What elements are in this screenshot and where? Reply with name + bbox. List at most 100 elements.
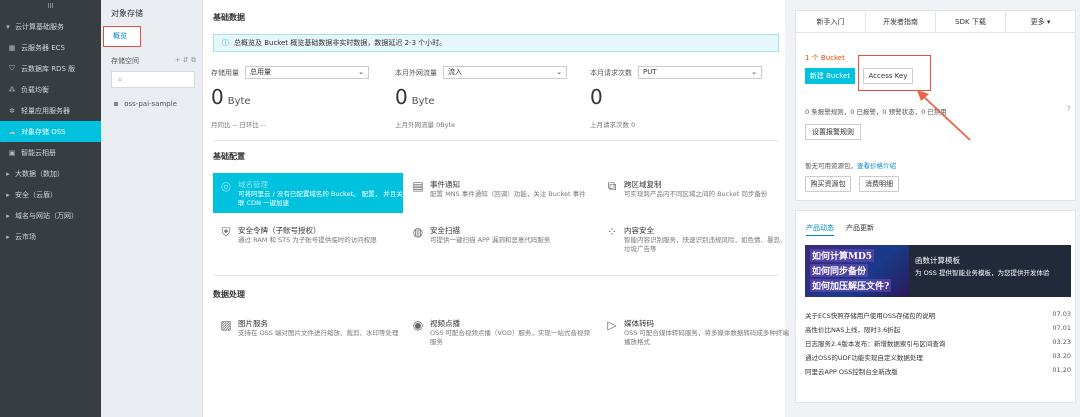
feature-card[interactable]: ⛨ 安全令牌（子账号授权） 通过 RAM 和 STS 为子账号提供临时的访问权限: [213, 219, 403, 259]
stat-value: 0: [211, 85, 224, 109]
sidebar-item-label: 大数据（数加）: [15, 169, 64, 178]
stat-select-value: PUT: [643, 68, 657, 76]
stat-footer: 月同比 -- 日环比 --: [211, 121, 266, 129]
scan-icon: ◍: [412, 225, 424, 239]
stat-footer: 上月请求次数 0: [590, 121, 636, 129]
banner-image: 如何计算MD5 如何同步备份 如何加压解压文件?: [805, 245, 909, 297]
bucket-bullet-icon: [114, 102, 118, 106]
card-title: 内容安全: [624, 226, 654, 235]
sidebar-collapse-toggle[interactable]: III: [0, 0, 101, 16]
news-item[interactable]: 通过OSS的UDF功能实现自定义数据处理 03.20: [805, 352, 1071, 362]
caret-down-icon: ▾: [6, 22, 10, 31]
stat-select[interactable]: 总用量 ⌄: [245, 66, 369, 79]
sidebar-item[interactable]: ⛉ 云数据库 RDS 版: [0, 58, 101, 79]
overview-link[interactable]: 概览: [103, 26, 141, 47]
image-icon: ▨: [220, 318, 232, 332]
stat-block: 存储用量 总用量 ⌄ 0 Byte 月同比 -- 日环比 --: [211, 66, 391, 129]
feature-card[interactable]: ⧉ 跨区域复制 可实现跨产品内不同区域之间的 Bucket 同步备份: [599, 173, 789, 213]
feature-card[interactable]: ▷ 媒体转码 OSS 可配合媒体转码服务，将多媒体数据转码成多种终端播放格式: [599, 312, 789, 352]
caret-right-icon: ▸: [6, 169, 10, 178]
feature-card[interactable]: ◎ 域名管理 可将阿里云 / 没有已配置域名的 Bucket。 配置， 并且关联…: [213, 173, 403, 213]
card-title: 图片服务: [238, 319, 268, 328]
sidebar-item[interactable]: ▸ 域名与网站（万网）: [0, 205, 101, 226]
stat-footer: 上月外网流量 0Byte: [395, 121, 456, 129]
right-panel: 新手入门 开发者指南 SDK 下载 更多 ▾ 1 个 Bucket 新建 Buc…: [795, 0, 1080, 417]
sidebar-item[interactable]: ▸ 大数据（数加）: [0, 163, 101, 184]
bucket-search-input[interactable]: ⌕: [111, 71, 195, 88]
doc-icon: ▤: [412, 179, 424, 193]
card-title: 媒体转码: [624, 319, 654, 328]
chevron-down-icon: ⌄: [751, 68, 757, 76]
bucket-list-item[interactable]: oss-pai-sample: [114, 100, 177, 108]
card-desc: 可实现跨产品内不同区域之间的 Bucket 同步备份: [624, 190, 768, 198]
banner-desc: 为 OSS 提供智能业务模板，为您提供开发体验: [915, 269, 1050, 277]
banner-line: 如何加压解压文件?: [810, 279, 892, 292]
cloud-icon: ☁: [8, 127, 16, 136]
info-banner: ⓘ 总概览及 Bucket 概览基础数据非实时数据，数据延迟 2-3 个小时。: [213, 34, 779, 52]
stat-label: 本月请求次数: [590, 68, 632, 77]
divider: [213, 275, 779, 276]
banner-line: 如何同步备份: [810, 264, 869, 277]
stat-label: 本月外网流量: [395, 68, 437, 77]
network-icon: ⁘: [606, 225, 618, 239]
stat-label: 存储用量: [211, 68, 239, 77]
video-icon: ◉: [412, 318, 424, 332]
sidebar-item-label: 云市场: [15, 232, 36, 241]
feature-card[interactable]: ◍ 安全扫描 可提供一键扫描 APP 漏洞和恶意代码服务: [405, 219, 595, 259]
news-banner[interactable]: 如何计算MD5 如何同步备份 如何加压解压文件? 函数计算模板 为 OSS 提供…: [805, 245, 1071, 297]
sidebar-item-label: 对象存储 OSS: [21, 127, 66, 136]
tab-product-news[interactable]: 产品动态: [806, 223, 834, 236]
feature-card[interactable]: ▨ 图片服务 支持在 OSS 端对图片文件进行缩放、裁剪、水印等处理: [213, 312, 403, 352]
sidebar-item[interactable]: ▣ 智能云相册: [0, 142, 101, 163]
nodes-icon: ⁂: [8, 85, 16, 94]
news-item[interactable]: 关于ECS快照存储用户使用OSS存储包的说明 07.03: [805, 310, 1071, 320]
caret-right-icon: ▸: [6, 190, 10, 199]
main-sidebar: III ▾ 云计算基础服务 ▦ 云服务器 ECS ⛉ 云数据库 RDS 版 ⁂ 负载均衡 ✲ 轻量…: [0, 0, 101, 417]
sidebar-item[interactable]: ☁ 对象存储 OSS: [0, 121, 101, 142]
bucket-name: oss-pai-sample: [124, 100, 177, 108]
card-desc: 支持在 OSS 端对图片文件进行缩放、裁剪、水印等处理: [238, 329, 399, 337]
sidebar-item-label: 智能云相册: [21, 148, 56, 157]
stat-select[interactable]: PUT ⌄: [638, 66, 762, 79]
stat-value-line: 0 Byte: [395, 86, 575, 113]
card-title: 域名管理: [238, 180, 268, 189]
stat-block: 本月请求次数 PUT ⌄ 0 上月请求次数 0: [590, 66, 770, 129]
tab-product-update[interactable]: 产品更新: [846, 223, 874, 236]
sidebar-item[interactable]: ▦ 云服务器 ECS: [0, 37, 101, 58]
card-title: 视频点播: [430, 319, 460, 328]
subpanel-title: 对象存储: [111, 9, 143, 18]
feature-card[interactable]: ▤ 事件通知 配置 MNS 事件通知（回调）功能，关注 Bucket 事件: [405, 173, 595, 213]
card-title: 事件通知: [430, 180, 460, 189]
news-item[interactable]: 日志服务2.4版本发布：新增数据索引与区间查询 03.23: [805, 338, 1071, 348]
news-date: 07.01: [1052, 324, 1071, 332]
news-date: 01.20: [1052, 366, 1071, 374]
storage-space-header: 存储空间 + ⇵ ⧉: [111, 56, 196, 66]
feature-card[interactable]: ◉ 视频点播 OSS 可配合视频点播（VOD）服务，实现一站式音视频服务: [405, 312, 595, 352]
sidebar-item[interactable]: ▸ 云市场: [0, 226, 101, 247]
stat-header: 本月外网流量 流入 ⌄: [395, 66, 575, 79]
basic-config-title: 基础配置: [213, 152, 245, 161]
divider: [213, 140, 779, 141]
sidebar-item[interactable]: ▸ 安全（云盾）: [0, 184, 101, 205]
sidebar-item[interactable]: ▾ 云计算基础服务: [0, 16, 101, 37]
card-desc: 配置 MNS 事件通知（回调）功能，关注 Bucket 事件: [430, 190, 586, 198]
sidebar-item[interactable]: ✲ 轻量应用服务器: [0, 100, 101, 121]
card-desc: OSS 可配合视频点播（VOD）服务，实现一站式音视频服务: [430, 329, 590, 346]
news-date: 03.23: [1052, 338, 1071, 346]
banner-title: 函数计算模板: [915, 256, 960, 265]
feature-card[interactable]: ⁘ 内容安全 智能内容识别服务，快速识别违规风险，如色情、暴恐、垃圾广告等: [599, 219, 789, 259]
info-icon: ⓘ: [222, 39, 229, 47]
news-item[interactable]: 高性价比NAS上线，限时3.6折起 07.01: [805, 324, 1071, 334]
basic-data-title: 基础数据: [213, 13, 245, 22]
console-window: III ▾ 云计算基础服务 ▦ 云服务器 ECS ⛉ 云数据库 RDS 版 ⁂ 负载均衡 ✲ 轻量…: [0, 0, 1080, 417]
stat-select[interactable]: 流入 ⌄: [443, 66, 567, 79]
card-desc: OSS 可配合媒体转码服务，将多媒体数据转码成多种终端播放格式: [624, 329, 789, 346]
news-date: 07.03: [1052, 310, 1071, 318]
shield-icon: ⛉: [9, 64, 15, 72]
news-item[interactable]: 阿里云APP OSS控制台全新改版 01.20: [805, 366, 1071, 376]
grid-icon: ▦: [8, 43, 16, 52]
storage-space-actions[interactable]: + ⇵ ⧉: [175, 56, 196, 66]
sidebar-item[interactable]: ⁂ 负载均衡: [0, 79, 101, 100]
globe-icon: ◎: [220, 179, 232, 193]
sidebar-item-label: 负载均衡: [21, 85, 49, 94]
